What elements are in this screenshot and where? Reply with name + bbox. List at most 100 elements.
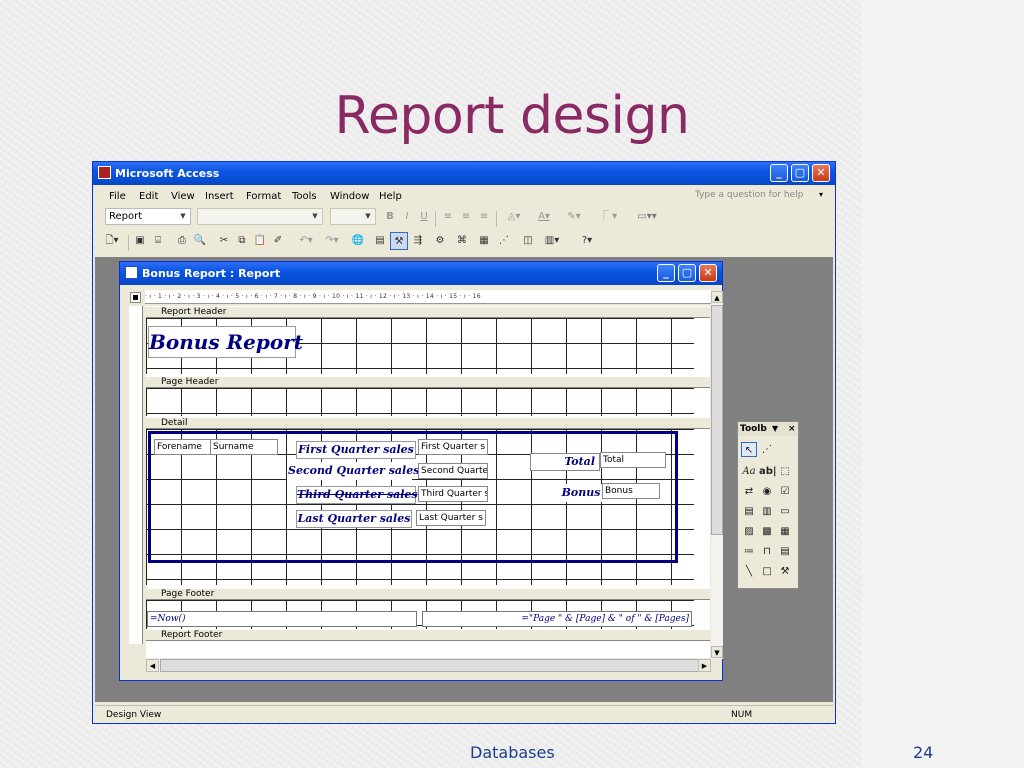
- font-color-icon[interactable]: A▾: [531, 208, 557, 226]
- report-maximize-button[interactable]: ▢: [678, 264, 696, 282]
- toolbox-close-icon[interactable]: ×: [788, 422, 796, 436]
- line-tool-icon[interactable]: ╲: [741, 564, 757, 579]
- database-window-icon[interactable]: ◫: [520, 232, 536, 250]
- print-icon[interactable]: ⎙: [174, 232, 190, 250]
- more-controls-icon[interactable]: ⚒: [777, 564, 793, 579]
- section-page-header[interactable]: Page Header: [146, 376, 710, 388]
- subform-icon[interactable]: ▤: [777, 544, 793, 559]
- section-report-footer[interactable]: Report Footer: [146, 629, 710, 641]
- cut-icon[interactable]: ✂: [216, 232, 232, 250]
- vertical-scrollbar[interactable]: ▲ ▼: [711, 291, 723, 659]
- line-width-icon[interactable]: ⎾ ▾: [591, 208, 625, 226]
- horizontal-scroll-thumb[interactable]: [160, 659, 700, 672]
- hyperlink-icon[interactable]: 🌐: [350, 232, 366, 250]
- q2-textbox[interactable]: Second Quarte: [418, 463, 488, 479]
- q3-textbox[interactable]: Third Quarter s: [418, 486, 488, 502]
- help-dropdown-icon[interactable]: ▾: [819, 190, 823, 199]
- q2-label[interactable]: Second Quarter sales: [287, 462, 419, 480]
- access-title-bar[interactable]: Microsoft Access _ ▢ ✕: [93, 162, 835, 185]
- option-group-icon[interactable]: ⬚: [777, 464, 793, 479]
- special-effect-icon[interactable]: ▭▾▾: [629, 208, 665, 226]
- save-icon[interactable]: ▣: [132, 232, 148, 250]
- toolbox-title-bar[interactable]: Toolb ▼ ×: [738, 422, 798, 436]
- section-detail[interactable]: Detail: [146, 417, 710, 429]
- font-size-box[interactable]: ▼: [330, 208, 376, 225]
- format-painter-icon[interactable]: ✐: [270, 232, 286, 250]
- undo-icon[interactable]: ↶▾: [294, 232, 318, 250]
- fill-color-icon[interactable]: ◬▾: [501, 208, 527, 226]
- menu-format[interactable]: Format: [246, 191, 281, 202]
- report-canvas[interactable]: Report Header Bonus Report Page Header D…: [146, 306, 710, 658]
- page-break-icon[interactable]: ≔: [741, 544, 757, 559]
- section-page-footer[interactable]: Page Footer: [146, 588, 710, 600]
- label-tool-icon[interactable]: Aa: [741, 464, 757, 479]
- report-close-button[interactable]: ✕: [699, 264, 717, 282]
- vertical-scroll-thumb[interactable]: [711, 305, 723, 535]
- image-tool-icon[interactable]: ▨: [741, 524, 757, 539]
- report-title-label[interactable]: Bonus Report: [148, 326, 303, 358]
- textbox-tool-icon[interactable]: ab|: [759, 464, 777, 479]
- line-color-icon[interactable]: ✎▾: [561, 208, 587, 226]
- total-label[interactable]: Total: [530, 453, 600, 471]
- code-icon[interactable]: ⌘: [454, 232, 470, 250]
- view-icon[interactable]: 🗋▾: [99, 232, 125, 250]
- scroll-down-icon[interactable]: ▼: [711, 646, 723, 658]
- sorting-grouping-icon[interactable]: ⇶: [410, 232, 426, 250]
- menu-help[interactable]: Help: [379, 191, 402, 202]
- q3-label[interactable]: Third Quarter sales: [296, 486, 418, 504]
- align-center-icon[interactable]: ≡: [458, 208, 474, 226]
- print-preview-icon[interactable]: 🔍: [192, 232, 208, 250]
- menu-edit[interactable]: Edit: [139, 191, 158, 202]
- maximize-button[interactable]: ▢: [791, 164, 809, 182]
- surname-textbox[interactable]: Surname: [210, 439, 278, 455]
- paste-icon[interactable]: 📋: [252, 232, 268, 250]
- field-list-icon[interactable]: ▤: [372, 232, 388, 250]
- font-name-box[interactable]: ▼: [197, 208, 323, 225]
- toolbox-menu-icon[interactable]: ▼: [772, 422, 778, 436]
- build-icon[interactable]: ⋰: [496, 232, 512, 250]
- select-objects-icon[interactable]: ↖: [741, 442, 757, 457]
- page-number-textbox[interactable]: ="Page " & [Page] & " of " & [Pages]: [422, 611, 692, 627]
- help-icon[interactable]: ?▾: [574, 232, 600, 250]
- align-left-icon[interactable]: ≡: [440, 208, 456, 226]
- now-textbox[interactable]: =Now(): [147, 611, 417, 627]
- menu-view[interactable]: View: [171, 191, 195, 202]
- q1-textbox[interactable]: First Quarter s: [418, 439, 488, 455]
- report-selector[interactable]: [130, 292, 141, 303]
- copy-icon[interactable]: ⧉: [234, 232, 250, 250]
- menu-insert[interactable]: Insert: [205, 191, 234, 202]
- horizontal-scrollbar[interactable]: ◀ ▶: [146, 659, 711, 672]
- redo-icon[interactable]: ↷▾: [320, 232, 344, 250]
- scroll-left-icon[interactable]: ◀: [146, 659, 159, 672]
- report-title-bar[interactable]: Bonus Report : Report _ ▢ ✕: [120, 262, 722, 285]
- q4-textbox[interactable]: Last Quarter s: [416, 510, 486, 526]
- underline-button[interactable]: U: [417, 208, 431, 226]
- scroll-up-icon[interactable]: ▲: [711, 291, 723, 303]
- italic-button[interactable]: I: [400, 208, 414, 226]
- unbound-frame-icon[interactable]: ▩: [759, 524, 775, 539]
- bound-frame-icon[interactable]: ▦: [777, 524, 793, 539]
- help-question-box[interactable]: Type a question for help: [695, 190, 813, 200]
- autoformat-icon[interactable]: ⚙: [432, 232, 448, 250]
- new-object-icon[interactable]: ▥▾: [540, 232, 564, 250]
- tab-control-icon[interactable]: ⊓: [759, 544, 775, 559]
- toggle-button-icon[interactable]: ⇄: [741, 484, 757, 499]
- section-report-header[interactable]: Report Header: [146, 306, 710, 318]
- minimize-button[interactable]: _: [770, 164, 788, 182]
- scroll-right-icon[interactable]: ▶: [698, 659, 711, 672]
- menu-file[interactable]: File: [109, 191, 126, 202]
- option-button-icon[interactable]: ◉: [759, 484, 775, 499]
- align-right-icon[interactable]: ≡: [476, 208, 492, 226]
- bonus-label[interactable]: Bonus: [558, 484, 604, 502]
- file-search-icon[interactable]: ⌸: [150, 232, 166, 250]
- toolbox-toggle-icon[interactable]: ⚒: [390, 232, 408, 250]
- total-textbox[interactable]: Total: [600, 452, 666, 468]
- rectangle-tool-icon[interactable]: □: [759, 564, 775, 579]
- object-selector[interactable]: Report ▼: [105, 208, 191, 225]
- menu-tools[interactable]: Tools: [292, 191, 317, 202]
- close-button[interactable]: ✕: [812, 164, 830, 182]
- properties-icon[interactable]: ▦: [476, 232, 492, 250]
- list-box-icon[interactable]: ▥: [759, 504, 775, 519]
- report-minimize-button[interactable]: _: [657, 264, 675, 282]
- checkbox-tool-icon[interactable]: ☑: [777, 484, 793, 499]
